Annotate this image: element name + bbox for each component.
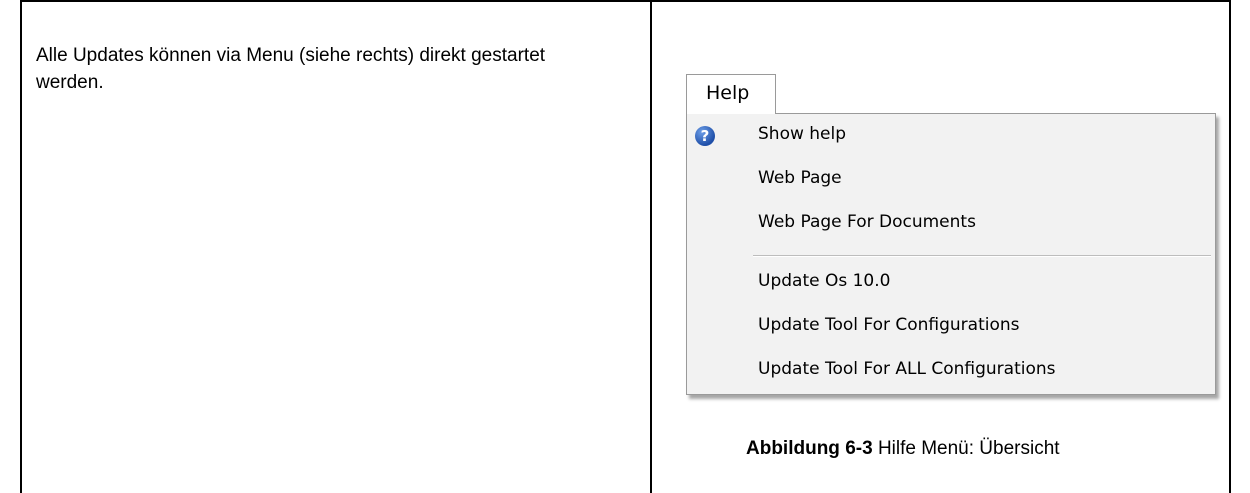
menu-item-label: Web Page [758,168,842,188]
help-menu-title: Help [706,82,750,104]
help-dropdown-menu: ? Show help Web Page Web Page For Docume… [686,113,1216,395]
menu-item-update-tool-all-configurations[interactable]: Update Tool For ALL Configurations [687,349,1215,393]
menu-item-label: Web Page For Documents [758,212,976,232]
description-text: Alle Updates können via Menu (siehe rech… [36,45,546,93]
menu-item-label: Show help [758,124,847,144]
figure-caption: Abbildung 6-3 Hilfe Menü: Übersicht [746,438,1060,460]
menu-separator [753,255,1211,257]
help-question-icon: ? [695,126,715,146]
menu-item-web-page-documents[interactable]: Web Page For Documents [687,202,1215,246]
table-right-border [1229,0,1231,493]
menu-item-update-tool-configurations[interactable]: Update Tool For Configurations [687,305,1215,349]
figure-caption-text: Hilfe Menü: Übersicht [877,438,1060,459]
help-menu-header[interactable]: Help [686,74,776,114]
menu-item-show-help[interactable]: ? Show help [687,114,1215,158]
table-left-border [20,0,22,493]
menu-item-label: Update Os 10.0 [758,271,891,291]
table-top-border [20,0,1231,2]
table-column-divider [650,0,652,493]
menu-item-label: Update Tool For Configurations [758,315,1020,335]
menu-item-web-page[interactable]: Web Page [687,158,1215,202]
menu-item-update-os[interactable]: Update Os 10.0 [687,261,1215,305]
figure-caption-label: Abbildung 6-3 [746,438,873,459]
menu-item-label: Update Tool For ALL Configurations [758,359,1056,379]
